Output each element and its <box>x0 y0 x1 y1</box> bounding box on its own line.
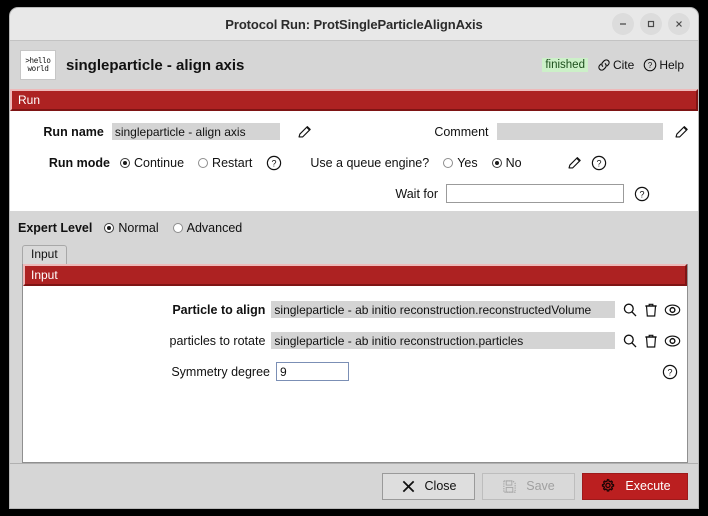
symmetry-degree-actions: ? <box>662 364 678 380</box>
edit-queue-pencil-icon[interactable] <box>566 154 583 171</box>
run-section-header: Run <box>10 89 698 111</box>
header-actions: finished Cite ? Help <box>542 58 688 72</box>
symmetry-degree-label: Symmetry degree <box>171 364 270 379</box>
minimize-button[interactable] <box>612 13 634 35</box>
expert-advanced-label: Advanced <box>186 220 243 235</box>
expert-level-label: Expert Level <box>18 220 93 235</box>
window-titlebar: Protocol Run: ProtSingleParticleAlignAxi… <box>10 8 698 41</box>
particles-to-rotate-actions <box>622 333 681 349</box>
input-panel-body: Particle to align singleparticle - ab in… <box>23 286 687 387</box>
close-x-icon <box>401 479 416 494</box>
radio-dot <box>491 157 502 168</box>
radio-dot <box>172 222 183 233</box>
eye-icon[interactable] <box>664 334 681 348</box>
expert-level-band: Expert Level Normal Advanced <box>10 211 698 244</box>
maximize-button[interactable] <box>640 13 662 35</box>
svg-text:?: ? <box>667 367 672 377</box>
expert-advanced-radio[interactable]: Advanced <box>172 220 243 235</box>
trash-icon[interactable] <box>644 333 658 349</box>
expert-normal-label: Normal <box>118 220 159 235</box>
close-button-footer[interactable]: Close <box>382 472 475 500</box>
link-icon <box>597 58 611 72</box>
tab-strip: Input <box>10 244 698 264</box>
comment-label: Comment <box>434 124 489 139</box>
run-mode-label: Run mode <box>48 155 110 170</box>
search-icon[interactable] <box>622 333 638 349</box>
run-name-input[interactable]: singleparticle - align axis <box>111 123 281 140</box>
save-button[interactable]: Save <box>482 472 575 500</box>
gear-icon <box>599 478 616 495</box>
execute-label: Execute <box>625 479 671 493</box>
svg-text:?: ? <box>639 189 644 199</box>
queue-no-label: No <box>505 155 522 170</box>
protocol-header: >hello world singleparticle - align axis… <box>10 41 698 89</box>
edit-comment-pencil-icon[interactable] <box>673 123 690 140</box>
dialog-footer: Close Save Execute <box>10 463 698 508</box>
input-panel-wrapper: Input Particle to align singleparticle -… <box>10 264 698 463</box>
window-title: Protocol Run: ProtSingleParticleAlignAxi… <box>225 16 483 32</box>
svg-text:?: ? <box>272 158 277 168</box>
status-badge: finished <box>542 58 588 72</box>
svg-text:?: ? <box>596 158 601 168</box>
symmetry-degree-input[interactable]: 9 <box>276 362 349 381</box>
run-mode-restart-radio[interactable]: Restart <box>198 156 252 170</box>
queue-yes-label: Yes <box>457 155 478 170</box>
radio-dot <box>198 157 209 168</box>
svg-text:?: ? <box>648 61 653 70</box>
help-icon[interactable]: ? <box>662 364 678 380</box>
window-controls <box>612 13 690 35</box>
close-label: Close <box>424 479 457 493</box>
particles-to-rotate-input[interactable]: singleparticle - ab initio reconstructio… <box>271 332 615 349</box>
queue-help-icon[interactable]: ? <box>591 155 607 171</box>
save-label: Save <box>526 479 555 493</box>
tab-input[interactable]: Input <box>22 245 67 264</box>
help-label: Help <box>659 58 684 72</box>
logo-line-2: world <box>27 64 49 73</box>
trash-icon[interactable] <box>644 302 658 318</box>
cite-link[interactable]: Cite <box>597 58 634 72</box>
floppy-disk-icon <box>502 479 517 494</box>
particle-to-align-input[interactable]: singleparticle - ab initio reconstructio… <box>271 301 615 318</box>
wait-for-input[interactable] <box>446 184 624 203</box>
radio-dot <box>120 157 130 168</box>
wait-for-help-icon[interactable]: ? <box>634 186 650 202</box>
particle-to-align-label: Particle to align <box>172 302 266 317</box>
expert-normal-radio[interactable]: Normal <box>104 220 159 235</box>
wait-for-label: Wait for <box>395 186 438 201</box>
run-mode-row: Run mode Continue Restart ? Use a queue … <box>10 147 698 178</box>
close-button[interactable] <box>668 13 690 35</box>
particles-to-rotate-row: particles to rotate singleparticle - ab … <box>23 325 687 356</box>
run-name-label: Run name <box>43 124 104 139</box>
queue-no-radio[interactable]: No <box>491 155 522 170</box>
protocol-run-window: Protocol Run: ProtSingleParticleAlignAxi… <box>10 8 698 508</box>
help-icon: ? <box>643 58 657 72</box>
wait-for-row: Wait for ? <box>10 178 698 209</box>
eye-icon[interactable] <box>664 303 681 317</box>
particle-to-align-actions <box>622 302 681 318</box>
run-mode-restart-label: Restart <box>212 155 253 170</box>
particle-to-align-row: Particle to align singleparticle - ab in… <box>23 294 687 325</box>
comment-input[interactable] <box>496 123 663 140</box>
search-icon[interactable] <box>622 302 638 318</box>
radio-dot <box>104 222 115 233</box>
radio-dot <box>443 157 454 168</box>
input-section-header: Input <box>23 264 687 286</box>
edit-run-name-pencil-icon[interactable] <box>296 123 313 140</box>
run-name-row: Run name singleparticle - align axis Com… <box>10 116 698 147</box>
execute-button[interactable]: Execute <box>582 472 688 500</box>
run-mode-help-icon[interactable]: ? <box>266 155 282 171</box>
hello-world-logo-icon: >hello world <box>20 50 56 80</box>
queue-yes-radio[interactable]: Yes <box>443 155 478 170</box>
protocol-title: singleparticle - align axis <box>66 56 245 74</box>
queue-engine-label: Use a queue engine? <box>310 155 430 170</box>
symmetry-degree-row: Symmetry degree 9 ? <box>23 356 687 387</box>
help-link[interactable]: ? Help <box>643 58 684 72</box>
run-form: Run name singleparticle - align axis Com… <box>10 111 698 211</box>
particles-to-rotate-label: particles to rotate <box>169 333 266 348</box>
input-panel: Input Particle to align singleparticle -… <box>22 264 688 463</box>
run-mode-continue-label: Continue <box>134 155 185 170</box>
run-mode-continue-radio[interactable]: Continue <box>120 156 184 170</box>
cite-label: Cite <box>612 58 635 72</box>
